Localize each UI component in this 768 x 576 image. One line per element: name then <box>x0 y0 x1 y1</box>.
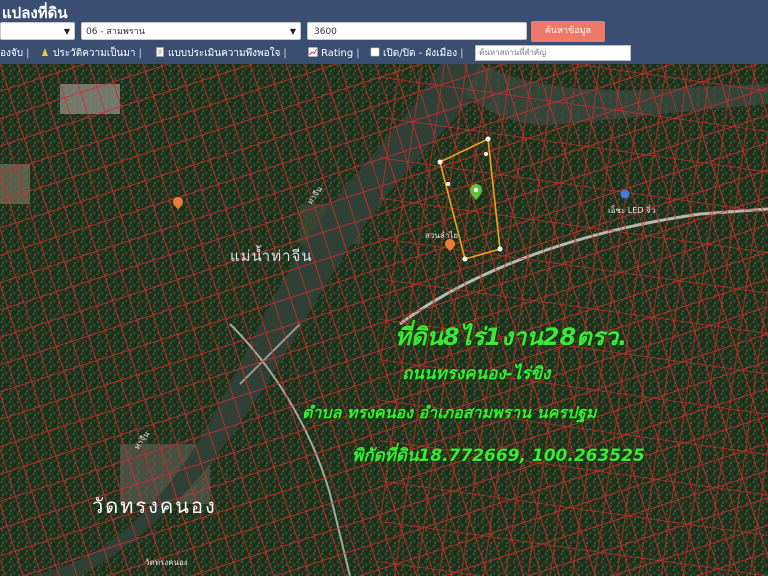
toolbar: องจับ | ประวัติความเป็นมา | แบบประเมินความ… <box>0 44 768 64</box>
place-label: เอ็ชะ LED จิ๋ว <box>608 206 656 215</box>
toolbar-item-rating[interactable]: Rating | <box>308 44 363 64</box>
checkbox-icon[interactable] <box>370 45 380 57</box>
location-text: ตำบล ทรงคนอง อำเภอสามพราน นครปฐม <box>302 403 597 422</box>
temple-small-label: วัดทรงคนอง <box>145 558 188 567</box>
district-select-value: 06 - สามพราน <box>86 27 145 37</box>
history-icon <box>40 45 50 56</box>
toolbar-item-survey[interactable]: แบบประเมินความพึงพอใจ | <box>155 44 290 64</box>
toolbar-item-1-label: องจับ <box>0 48 24 59</box>
toolbar-item-1[interactable]: องจับ | <box>0 44 32 64</box>
satellite-map[interactable]: เอ็ชะ LED จิ๋ว สวนลำไย แม่น้ำท่าจีน ท่าจ… <box>0 64 768 576</box>
shop-pin-icon[interactable] <box>620 184 630 203</box>
river-label: แม่น้ำท่าจีน <box>230 247 313 265</box>
district-select[interactable]: 06 - สามพราน ▼ <box>81 22 301 40</box>
coordinates-text: พิกัดที่ดิน18.772669, 100.263525 <box>352 446 645 466</box>
location-pin-icon[interactable] <box>470 184 482 204</box>
road-text: ถนนทรงคนอง-ไร่ขิง <box>402 364 551 384</box>
toolbar-item-history[interactable]: ประวัติความเป็นมา | <box>40 44 145 64</box>
parcel-number-input[interactable]: 3600 <box>307 22 527 40</box>
toolbar-item-survey-label: แบบประเมินความพึงพอใจ <box>168 48 281 59</box>
temple-label: วัดทรงคนอง <box>92 494 217 518</box>
place-label: สวนลำไย <box>425 231 458 240</box>
chevron-down-icon: ▼ <box>289 27 296 36</box>
search-data-button[interactable]: ค้นหาข้อมูล <box>531 21 605 42</box>
toolbar-item-rating-label: Rating <box>321 48 354 59</box>
chart-icon <box>308 45 318 57</box>
toolbar-item-history-label: ประวัติความเป็นมา <box>53 48 136 59</box>
chevron-down-icon: ▼ <box>63 27 70 36</box>
land-size-text: ที่ดิน8ไร่1งาน28ตรว. <box>395 323 628 351</box>
toolbar-item-zoning-toggle[interactable]: เปิด/ปิด - ผังเมือง | <box>370 44 466 64</box>
document-icon <box>155 45 165 57</box>
province-select[interactable]: ▼ <box>0 22 75 40</box>
place-search-input[interactable]: ค้นหาสถานที่สำคัญ <box>475 45 631 61</box>
poi-pin-icon[interactable] <box>173 194 183 213</box>
toolbar-item-zoning-label: เปิด/ปิด - ผังเมือง <box>383 48 458 59</box>
